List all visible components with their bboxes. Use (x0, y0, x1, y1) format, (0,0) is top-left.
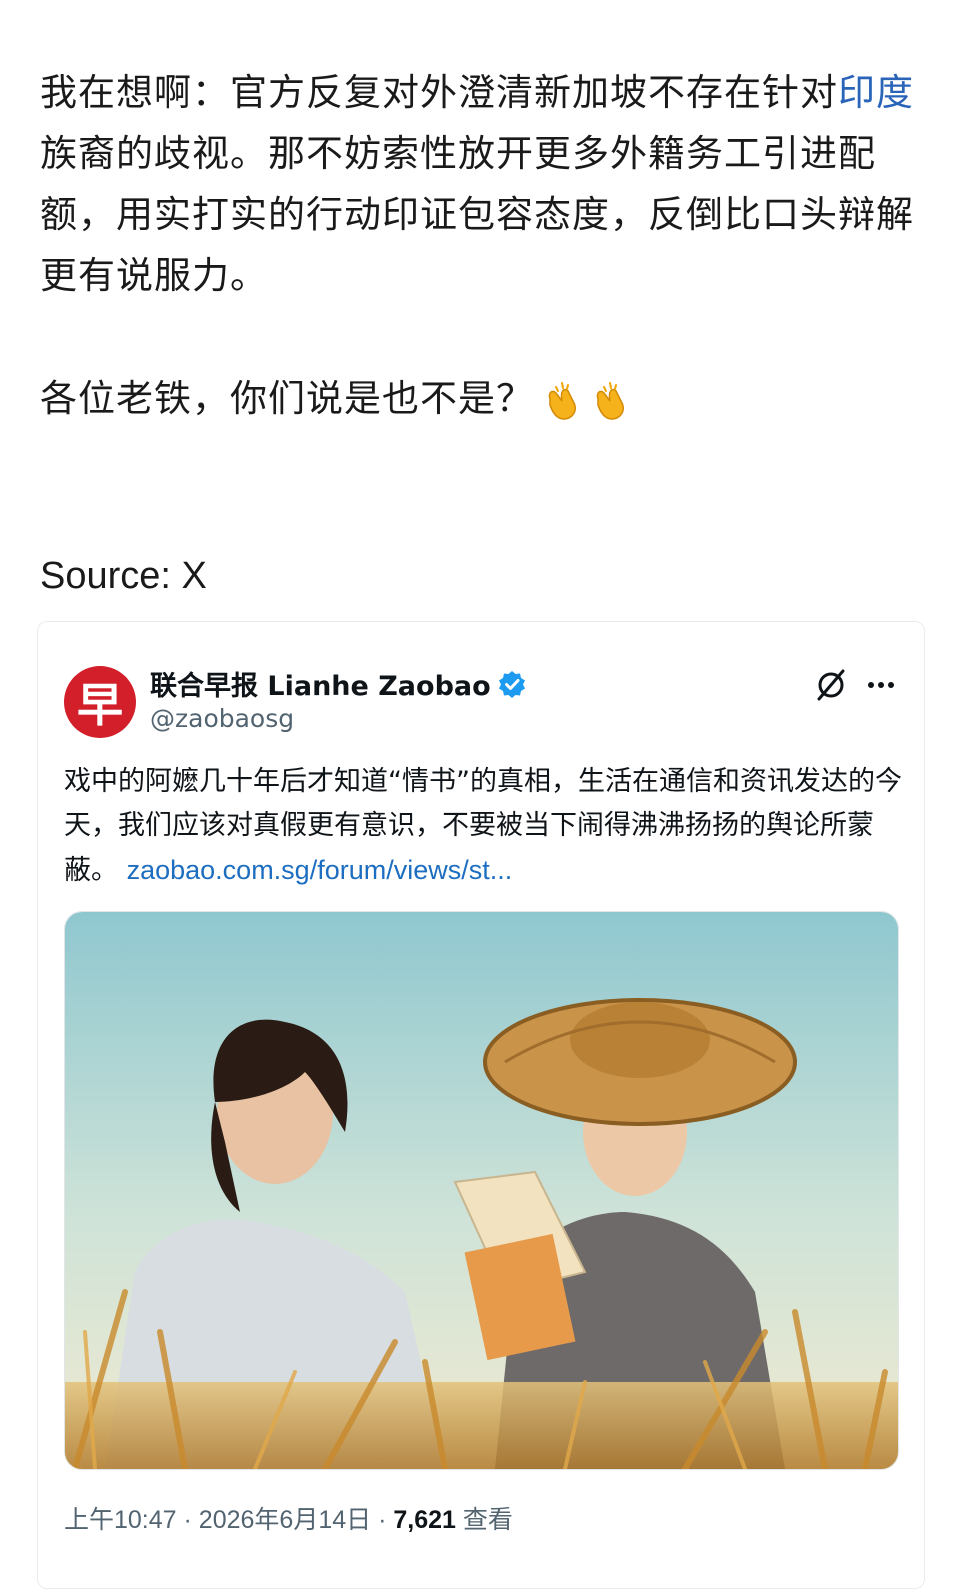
tweet-time[interactable]: 上午10:47 (64, 1506, 177, 1534)
post-body: 我在想啊：官方反复对外澄清新加坡不存在针对印度族裔的歧视。那不妨索性放开更多外籍… (40, 62, 920, 429)
question-text: 各位老铁，你们说是也不是？ (40, 377, 534, 420)
clapping-hands-icon (548, 381, 576, 420)
avatar[interactable]: 早 (64, 666, 136, 738)
tweet-link[interactable]: zaobao.com.sg/forum/views/st... (127, 855, 513, 885)
author-handle[interactable]: @zaobaosg (150, 704, 294, 733)
source-label: Source: X (40, 555, 207, 597)
grok-icon[interactable] (814, 668, 848, 702)
tweet-photo[interactable] (64, 911, 899, 1470)
author-name-text: 联合早报 Lianhe Zaobao (150, 671, 491, 702)
tweet-metadata: 上午10:47 · 2026年6月14日 · 7,621 查看 (64, 1500, 513, 1536)
topic-link[interactable]: 印度 (838, 71, 914, 114)
meta-separator: · (183, 1506, 192, 1534)
views-count: 7,621 (393, 1506, 456, 1534)
meta-separator: · (378, 1506, 387, 1534)
avatar-glyph: 早 (77, 678, 123, 732)
tweet-date[interactable]: 2026年6月14日 (199, 1506, 371, 1534)
tweet-text: 戏中的阿嬷几十年后才知道“情书”的真相，生活在通信和资讯发达的今天，我们应该对真… (64, 760, 904, 893)
post-paragraph: 我在想啊：官方反复对外澄清新加坡不存在针对印度族裔的歧视。那不妨索性放开更多外籍… (40, 62, 920, 306)
views-label: 查看 (462, 1506, 513, 1534)
verified-badge-icon (498, 670, 525, 698)
post-text-before-link: 我在想啊：官方反复对外澄清新加坡不存在针对 (40, 71, 838, 114)
post-text-after-link: 族裔的歧视。那不妨索性放开更多外籍务工引进配额，用实打实的行动印证包容态度，反倒… (40, 132, 914, 297)
post-question: 各位老铁，你们说是也不是？ (40, 368, 920, 429)
more-options-icon[interactable] (864, 670, 898, 700)
film-still-image (65, 912, 898, 1469)
author-name[interactable]: 联合早报 Lianhe Zaobao (150, 664, 527, 703)
clapping-hands-icon (596, 381, 624, 420)
embedded-tweet-card[interactable]: 早 联合早报 Lianhe Zaobao @zaobaosg 戏中的阿嬷几十年后… (37, 621, 925, 1589)
